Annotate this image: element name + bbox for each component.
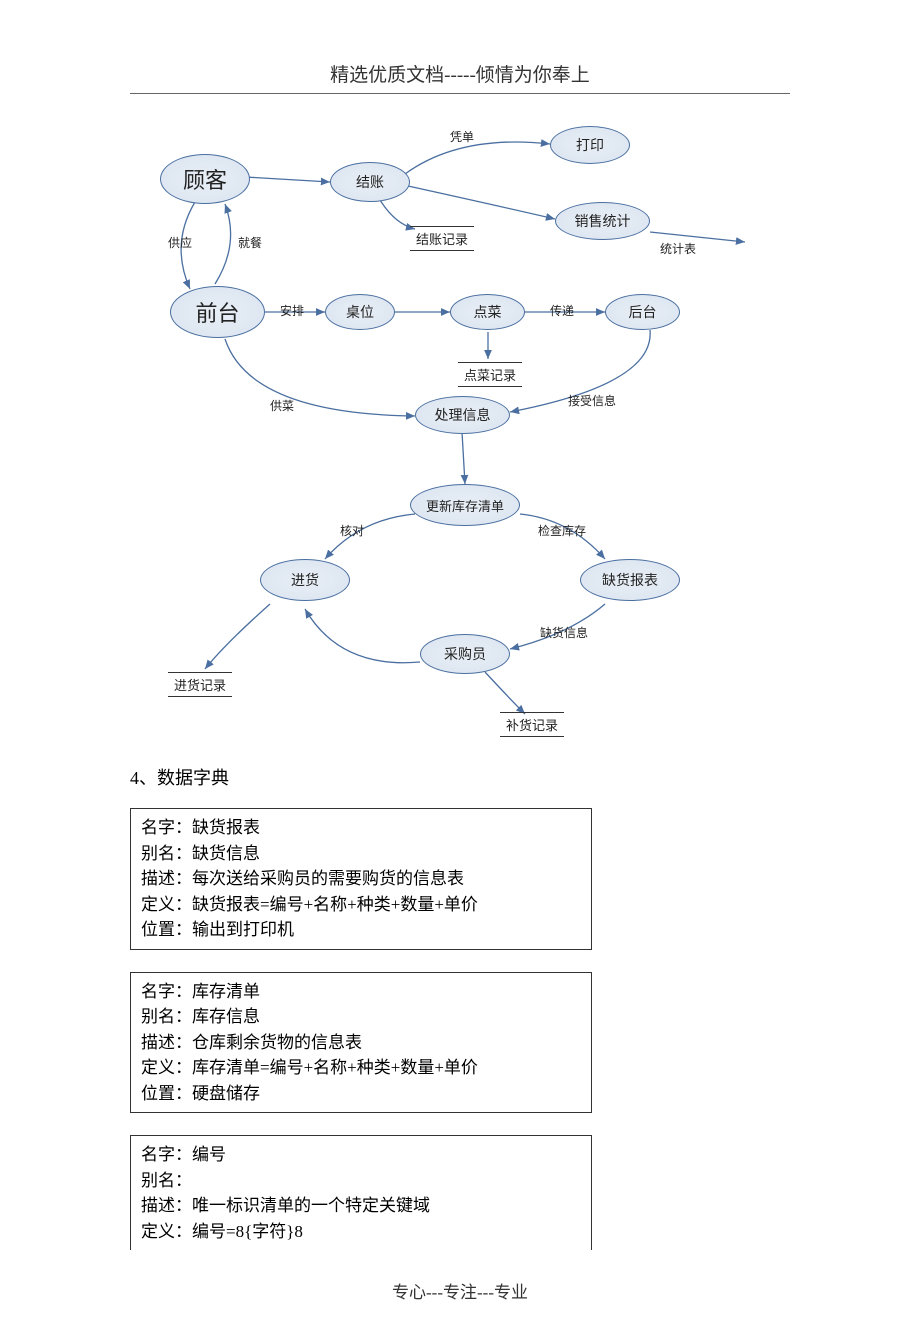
store-replenish-record: 补货记录 [500, 712, 564, 737]
section-title: 4、数据字典 [130, 764, 790, 790]
label-shortinfo: 缺货信息 [540, 624, 588, 641]
node-print: 打印 [550, 126, 630, 164]
dict-def: 定义：编号=8{字符}8 [141, 1219, 581, 1245]
dict-loc: 位置：硬盘储存 [141, 1081, 581, 1107]
label-recvinfo: 接受信息 [568, 392, 616, 409]
dict-desc: 描述：仓库剩余货物的信息表 [141, 1030, 581, 1056]
node-process: 处理信息 [415, 396, 510, 434]
dict-alias: 别名：库存信息 [141, 1004, 581, 1030]
dict-loc: 位置：输出到打印机 [141, 917, 581, 943]
store-order-record: 点菜记录 [458, 362, 522, 387]
header-rule [130, 93, 790, 94]
node-stockin: 进货 [260, 559, 350, 601]
dict-alias: 别名：缺货信息 [141, 841, 581, 867]
label-supply: 供应 [168, 234, 192, 251]
dict-desc: 描述：每次送给采购员的需要购货的信息表 [141, 866, 581, 892]
label-voucher: 凭单 [450, 128, 474, 145]
dict-alias: 别名： [141, 1168, 581, 1194]
node-buyer: 采购员 [420, 634, 510, 674]
dataflow-diagram: 顾客 结账 打印 销售统计 前台 桌位 点菜 后台 处理信息 更新库存清单 进货… [130, 114, 790, 754]
node-salesstat: 销售统计 [555, 202, 650, 240]
dict-desc: 描述：唯一标识清单的一个特定关键域 [141, 1193, 581, 1219]
label-arrange: 安排 [280, 302, 304, 319]
label-servedish: 供菜 [270, 397, 294, 414]
node-updateinv: 更新库存清单 [410, 484, 520, 526]
store-checkout-record: 结账记录 [410, 226, 474, 251]
label-pass: 传递 [550, 302, 574, 319]
node-checkout: 结账 [330, 162, 410, 202]
node-customer: 顾客 [160, 154, 250, 204]
node-order: 点菜 [450, 294, 525, 330]
dict-entry-2: 名字：编号 别名： 描述：唯一标识清单的一个特定关键域 定义：编号=8{字符}8 [130, 1135, 592, 1250]
label-dine: 就餐 [238, 234, 262, 251]
dict-def: 定义：库存清单=编号+名称+种类+数量+单价 [141, 1055, 581, 1081]
dict-name: 名字：缺货报表 [141, 815, 581, 841]
node-table: 桌位 [325, 294, 395, 330]
node-frontdesk: 前台 [170, 286, 265, 338]
dict-entry-1: 名字：库存清单 别名：库存信息 描述：仓库剩余货物的信息表 定义：库存清单=编号… [130, 972, 592, 1114]
page-header: 精选优质文档-----倾情为你奉上 [130, 60, 790, 87]
dict-name: 名字：库存清单 [141, 979, 581, 1005]
node-backend: 后台 [605, 294, 680, 330]
label-stattable: 统计表 [660, 240, 696, 257]
store-stockin-record: 进货记录 [168, 672, 232, 697]
dict-name: 名字：编号 [141, 1142, 581, 1168]
dict-def: 定义：缺货报表=编号+名称+种类+数量+单价 [141, 892, 581, 918]
label-verify: 核对 [340, 522, 364, 539]
label-checkinv: 检查库存 [538, 522, 586, 539]
page-footer: 专心---专注---专业 [130, 1278, 790, 1303]
dict-entry-0: 名字：缺货报表 别名：缺货信息 描述：每次送给采购员的需要购货的信息表 定义：缺… [130, 808, 592, 950]
node-shortage: 缺货报表 [580, 559, 680, 601]
